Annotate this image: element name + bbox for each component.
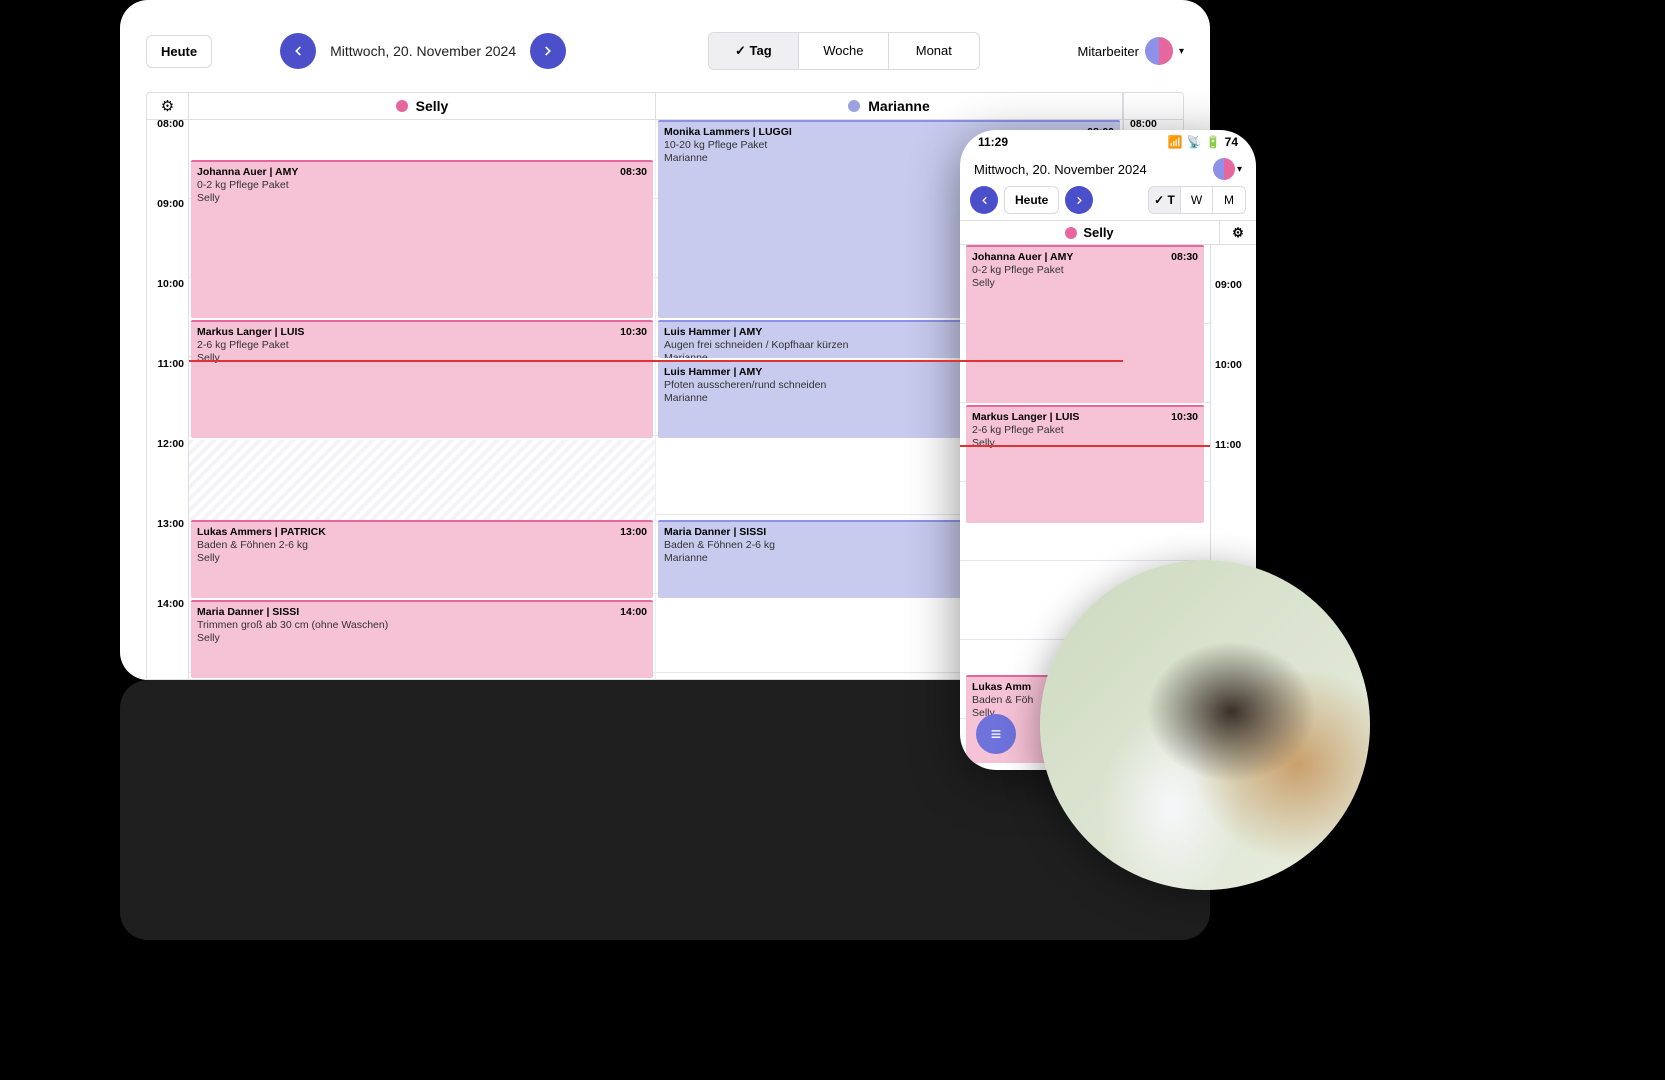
seg-day[interactable]: T <box>1149 187 1181 213</box>
calendar-column[interactable]: Johanna Auer | AMY08:300-2 kg Pflege Pak… <box>189 120 656 679</box>
signal-icon: 📶 <box>1168 135 1183 149</box>
menu-fab-button[interactable]: ≡ <box>976 714 1016 754</box>
next-day-button[interactable] <box>1065 186 1093 214</box>
staff-avatar-icon[interactable] <box>1213 158 1235 180</box>
seg-week[interactable]: Woche <box>799 33 889 69</box>
current-date-text: Mittwoch, 20. November 2024 <box>330 43 516 59</box>
calendar-columns-header: ⚙ Selly Marianne <box>146 92 1184 120</box>
time-label: 13:00 <box>157 518 184 530</box>
chevron-left-icon <box>291 44 305 58</box>
chevron-left-icon <box>979 195 990 206</box>
phone-column-header: Selly ⚙ <box>960 220 1256 245</box>
phone-status-bar: 11:29 📶 📡 🔋 74 <box>960 130 1256 154</box>
seg-month[interactable]: Monat <box>889 33 979 69</box>
prev-day-button[interactable] <box>970 186 998 214</box>
appointment[interactable]: Johanna Auer | AMY08:300-2 kg Pflege Pak… <box>191 160 653 318</box>
battery-icon: 🔋 <box>1206 135 1221 149</box>
time-label: 09:00 <box>1215 279 1252 291</box>
appointment[interactable]: Johanna Auer | AMY08:300-2 kg Pflege Pak… <box>966 245 1204 403</box>
settings-icon[interactable]: ⚙ <box>147 97 188 115</box>
view-range-segment: Tag Woche Monat <box>708 32 980 70</box>
appointment[interactable]: Markus Langer | LUIS10:302-6 kg Pflege P… <box>191 320 653 438</box>
column-head-selly[interactable]: Selly <box>189 93 656 119</box>
phone-date-text: Mittwoch, 20. November 2024 <box>974 162 1147 177</box>
phone-view-range-segment: T W M <box>1148 186 1246 214</box>
time-label: 10:00 <box>1215 359 1252 371</box>
time-label: 09:00 <box>157 198 184 210</box>
chevron-down-icon: ▾ <box>1179 46 1184 57</box>
chevron-down-icon: ▾ <box>1237 164 1242 175</box>
current-time-indicator <box>189 360 1123 362</box>
status-time: 11:29 <box>978 135 1008 149</box>
appointment[interactable]: Markus Langer | LUIS10:302-6 kg Pflege P… <box>966 405 1204 523</box>
tablet-toolbar: Heute Mittwoch, 20. November 2024 Tag Wo… <box>146 26 1184 76</box>
dot-icon <box>848 100 860 112</box>
seg-day[interactable]: Tag <box>709 33 799 69</box>
battery-level: 74 <box>1225 135 1238 149</box>
staff-avatar-icon <box>1145 37 1173 65</box>
phone-date-row: Mittwoch, 20. November 2024 ▾ <box>960 154 1256 186</box>
time-label: 08:00 <box>1130 120 1179 130</box>
column-head-label: Selly <box>416 98 449 114</box>
appointment[interactable]: Lukas Ammers | PATRICK13:00Baden & Föhne… <box>191 520 653 598</box>
dot-icon <box>396 100 408 112</box>
staff-picker-label: Mitarbeiter <box>1078 44 1139 59</box>
seg-month[interactable]: M <box>1213 187 1245 213</box>
time-label: 11:00 <box>158 358 184 370</box>
decorative-photo <box>1040 560 1370 890</box>
dot-icon <box>1065 227 1077 239</box>
column-head-marianne[interactable]: Marianne <box>656 93 1123 119</box>
today-button[interactable]: Heute <box>146 35 212 68</box>
time-label: 11:00 <box>1215 439 1252 451</box>
chevron-right-icon <box>541 44 555 58</box>
column-head-label: Selly <box>1083 225 1113 240</box>
hamburger-icon: ≡ <box>991 724 1002 745</box>
seg-week[interactable]: W <box>1181 187 1213 213</box>
phone-nav-row: Heute T W M <box>960 186 1256 220</box>
current-time-indicator <box>960 445 1210 447</box>
settings-icon[interactable]: ⚙ <box>1220 221 1256 244</box>
next-day-button[interactable] <box>530 33 566 69</box>
time-label: 10:00 <box>157 278 184 290</box>
time-label: 08:00 <box>157 120 184 130</box>
chevron-right-icon <box>1074 195 1085 206</box>
phone-column-head-selly[interactable]: Selly <box>960 221 1220 244</box>
appointment[interactable]: Maria Danner | SISSI14:00Trimmen groß ab… <box>191 600 653 678</box>
staff-picker[interactable]: Mitarbeiter ▾ <box>1078 37 1184 65</box>
wifi-icon: 📡 <box>1187 135 1202 149</box>
column-head-label: Marianne <box>868 98 929 114</box>
today-button[interactable]: Heute <box>1004 186 1059 214</box>
time-label: 12:00 <box>157 438 184 450</box>
prev-day-button[interactable] <box>280 33 316 69</box>
time-label: 14:00 <box>157 598 184 610</box>
time-gutter-left: 08:00 09:00 10:00 11:00 12:00 13:00 14:00 <box>147 120 189 679</box>
